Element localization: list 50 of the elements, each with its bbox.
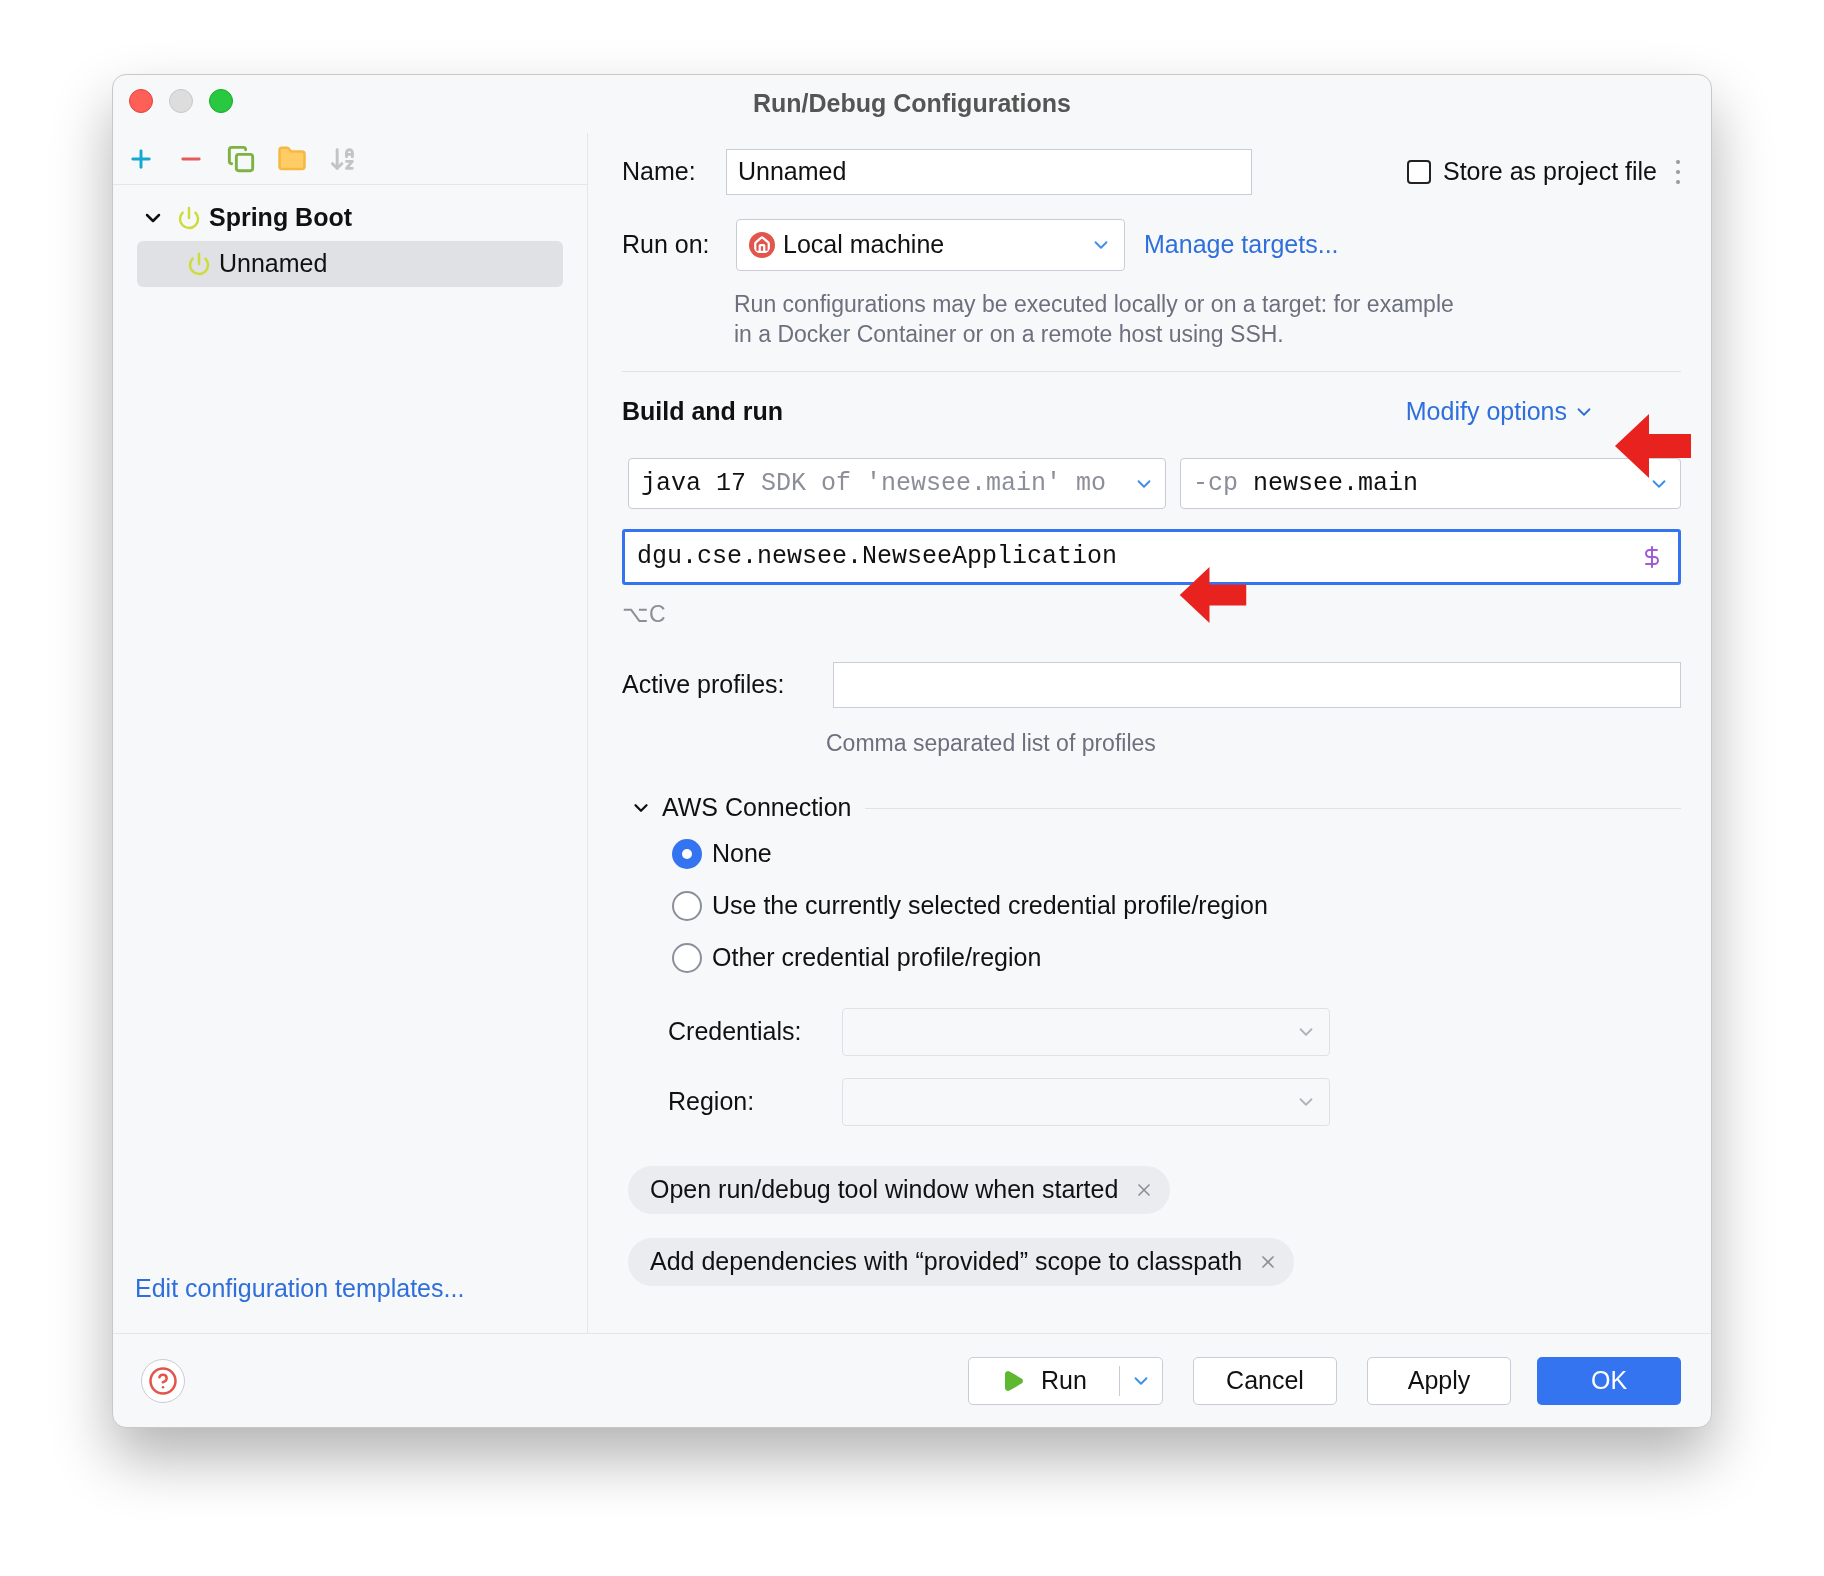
- ok-button[interactable]: OK: [1537, 1356, 1681, 1405]
- help-icon[interactable]: [141, 1358, 185, 1403]
- classpath-prefix: -cp: [1193, 467, 1238, 500]
- copy-icon[interactable]: [227, 144, 255, 173]
- jdk-hint: SDK of 'newsee.main' mo: [761, 467, 1107, 500]
- section-title: Build and run: [622, 396, 784, 428]
- jdk-dropdown[interactable]: java 17 SDK of 'newsee.main' mo: [628, 458, 1166, 509]
- jdk-value: java 17: [641, 467, 747, 500]
- annotation-arrow-icon: [1615, 414, 1691, 478]
- shortcut-hint: ⌥C: [622, 600, 667, 629]
- section-title: AWS Connection: [662, 792, 852, 824]
- zoom-window-button[interactable]: [209, 89, 233, 113]
- annotation-arrow-icon: [1178, 567, 1248, 623]
- name-field[interactable]: Unnamed: [726, 149, 1252, 195]
- close-window-button[interactable]: [129, 89, 153, 113]
- run-on-dropdown[interactable]: Local machine: [736, 219, 1125, 271]
- main-class-field[interactable]: dgu.cse.newsee.NewseeApplication: [622, 529, 1681, 585]
- house-icon: [749, 232, 775, 258]
- radio-label: Use the currently selected credential profile/region: [712, 890, 1268, 922]
- active-profiles-field[interactable]: [833, 661, 1681, 708]
- store-as-project-file-label: Store as project file: [1443, 156, 1657, 188]
- name-label: Name:: [622, 156, 697, 188]
- run-button[interactable]: Run: [968, 1356, 1163, 1405]
- run-on-hint: Run configurations may be executed locally or on a target: for example in a Docker Container or on a remote host using SSH.: [734, 290, 1454, 349]
- modify-options-link[interactable]: Modify options: [1405, 393, 1567, 431]
- credentials-label: Credentials:: [668, 1016, 803, 1048]
- active-profiles-hint: Comma separated list of profiles: [826, 728, 1157, 758]
- window-title: Run/Debug Configurations: [753, 88, 1071, 120]
- classpath-value: newsee.main: [1253, 467, 1419, 500]
- option-chip: Open run/debug tool window when started: [628, 1166, 1171, 1214]
- option-chip: Add dependencies with “provided” scope to classpath: [628, 1238, 1295, 1286]
- active-profiles-label: Active profiles:: [622, 668, 786, 700]
- radio-button[interactable]: [672, 943, 702, 973]
- region-label: Region:: [668, 1086, 756, 1118]
- radio-label: Other credential profile/region: [712, 942, 1042, 974]
- classpath-dropdown[interactable]: -cp newsee.main: [1180, 458, 1681, 509]
- run-on-label: Run on:: [622, 229, 711, 261]
- dialog-button[interactable]: Cancel: [1193, 1356, 1337, 1405]
- tree-item[interactable]: Spring Boot: [137, 195, 563, 241]
- power-icon: [177, 206, 201, 230]
- edit-templates-link[interactable]: Edit configuration templates...: [135, 1269, 587, 1307]
- store-as-project-file-checkbox[interactable]: [1407, 160, 1431, 184]
- power-icon: [187, 252, 211, 276]
- radio-button[interactable]: [672, 839, 702, 869]
- manage-targets-link[interactable]: Manage targets...: [1144, 226, 1339, 264]
- more-options-icon[interactable]: [1675, 160, 1681, 184]
- radio-button[interactable]: [672, 891, 702, 921]
- dialog-button[interactable]: Apply: [1367, 1356, 1511, 1405]
- radio-label: None: [712, 838, 772, 870]
- tree-item[interactable]: Unnamed: [137, 241, 563, 287]
